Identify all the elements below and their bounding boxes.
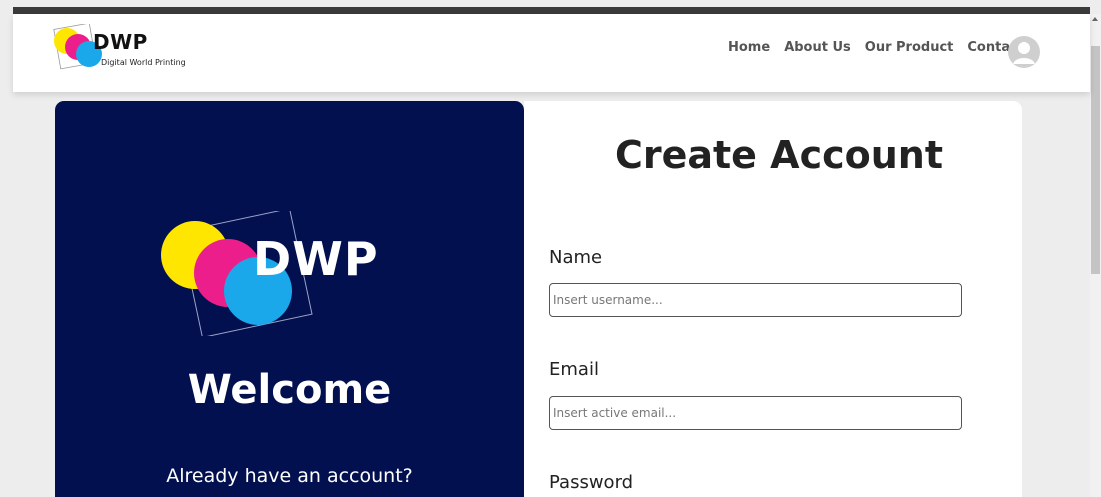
page-scrollbar[interactable] [1090,14,1101,497]
login-prompt-link[interactable]: Already have an account? [55,465,524,487]
scroll-thumb[interactable] [1091,46,1100,274]
create-account-form: Create Account Name Email Password [524,101,1022,497]
brand-logo[interactable]: DWP Digital World Printing [51,24,211,82]
nav-links: Home About Us Our Product Contact [728,40,1024,55]
password-label: Password [549,472,634,493]
email-input[interactable] [549,396,962,430]
navbar: DWP Digital World Printing Home About Us… [13,14,1090,92]
brand-title: DWP [93,30,148,54]
welcome-panel: DWP Welcome Already have an account? [55,101,524,497]
nav-link-about-us[interactable]: About Us [784,40,851,55]
nav-link-home[interactable]: Home [728,40,770,55]
window-top-bar [13,7,1090,14]
welcome-heading: Welcome [187,367,392,413]
scroll-up-arrow-icon[interactable] [1092,17,1098,21]
user-avatar-icon[interactable] [1008,36,1040,68]
nav-link-our-product[interactable]: Our Product [865,40,954,55]
name-label: Name [549,247,603,268]
brand-subtitle: Digital World Printing [101,58,186,67]
email-label: Email [549,359,599,380]
name-input[interactable] [549,283,962,317]
logo-text: DWP [253,232,379,286]
form-title: Create Account [614,133,944,177]
